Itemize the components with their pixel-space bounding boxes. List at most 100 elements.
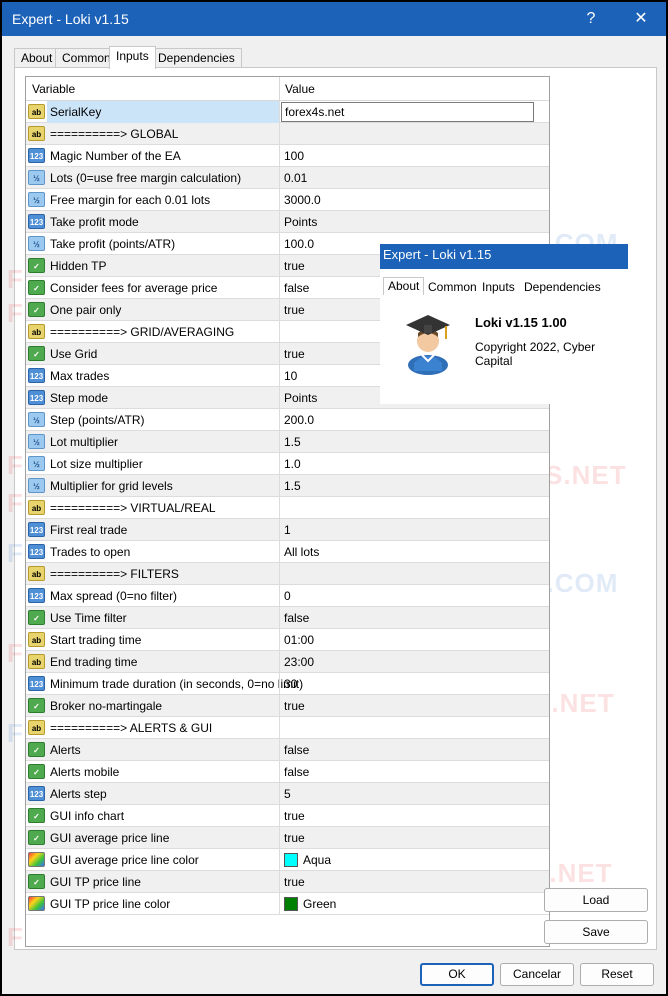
table-row[interactable]: ✓ Alerts false <box>26 739 549 761</box>
variable-name: First real trade <box>50 523 128 537</box>
variable-name: Take profit mode <box>50 215 139 229</box>
variable-value[interactable]: 3000.0 <box>284 193 321 207</box>
table-row[interactable]: 123 Take profit mode Points <box>26 211 549 233</box>
table-row[interactable]: ½ Multiplier for grid levels 1.5 <box>26 475 549 497</box>
cell-divider <box>279 717 280 739</box>
color-swatch[interactable] <box>284 853 298 867</box>
variable-value[interactable]: 0 <box>284 589 291 603</box>
boolean-type-icon: ✓ <box>28 830 45 845</box>
table-row[interactable]: ab ==========> GLOBAL <box>26 123 549 145</box>
boolean-type-icon: ✓ <box>28 742 45 757</box>
title-bar[interactable]: Expert - Loki v1.15 ? ✕ <box>2 2 666 36</box>
column-divider[interactable] <box>279 77 280 101</box>
table-row[interactable]: GUI average price line color Aqua <box>26 849 549 871</box>
color-swatch[interactable] <box>284 897 298 911</box>
variable-name: One pair only <box>50 303 122 317</box>
variable-value[interactable]: false <box>284 281 309 295</box>
variable-value[interactable]: true <box>284 303 305 317</box>
variable-value[interactable]: true <box>284 809 305 823</box>
variable-value[interactable]: Aqua <box>303 853 331 867</box>
table-row[interactable]: 123 Alerts step 5 <box>26 783 549 805</box>
variable-value[interactable]: 10 <box>284 369 297 383</box>
variable-name: Broker no-martingale <box>50 699 163 713</box>
table-row[interactable]: ½ Free margin for each 0.01 lots 3000.0 <box>26 189 549 211</box>
load-button[interactable]: Load <box>544 888 648 912</box>
boolean-type-icon: ✓ <box>28 610 45 625</box>
table-row[interactable]: ✓ GUI average price line true <box>26 827 549 849</box>
variable-value[interactable]: false <box>284 743 309 757</box>
inputs-grid[interactable]: Variable Value ab SerialKey ab ==========> … <box>25 76 550 947</box>
variable-value[interactable]: 1.5 <box>284 479 301 493</box>
variable-value[interactable]: 5 <box>284 787 291 801</box>
variable-value[interactable]: All lots <box>284 545 319 559</box>
variable-value[interactable]: false <box>284 765 309 779</box>
variable-value[interactable]: true <box>284 875 305 889</box>
save-button[interactable]: Save <box>544 920 648 944</box>
table-row[interactable]: ½ Lot multiplier 1.5 <box>26 431 549 453</box>
table-row[interactable]: ✓ Use Time filter false <box>26 607 549 629</box>
table-row[interactable]: ab ==========> FILTERS <box>26 563 549 585</box>
variable-value[interactable]: 100 <box>284 149 304 163</box>
about-popup: Expert - Loki v1.15 About Common Inputs … <box>380 244 628 404</box>
tab-dependencies[interactable]: Dependencies <box>151 48 242 68</box>
variable-value[interactable]: true <box>284 831 305 845</box>
variable-value[interactable]: true <box>284 259 305 273</box>
cell-divider <box>279 277 280 299</box>
integer-type-icon: 123 <box>28 214 45 229</box>
variable-value[interactable]: true <box>284 347 305 361</box>
table-row[interactable]: 123 Trades to open All lots <box>26 541 549 563</box>
variable-value[interactable]: 200.0 <box>284 413 314 427</box>
cell-divider <box>279 651 280 673</box>
table-row[interactable]: GUI TP price line color Green <box>26 893 549 915</box>
variable-value[interactable]: 1.0 <box>284 457 301 471</box>
table-row[interactable]: 123 Magic Number of the EA 100 <box>26 145 549 167</box>
table-row[interactable]: ✓ Alerts mobile false <box>26 761 549 783</box>
table-row[interactable]: ab Start trading time 01:00 <box>26 629 549 651</box>
variable-value[interactable]: 30 <box>284 677 297 691</box>
integer-type-icon: 123 <box>28 390 45 405</box>
cell-divider <box>279 827 280 849</box>
close-icon[interactable]: ✕ <box>628 6 654 32</box>
reset-button[interactable]: Reset <box>580 963 654 986</box>
cell-divider <box>279 739 280 761</box>
table-row[interactable]: ✓ GUI TP price line true <box>26 871 549 893</box>
variable-value[interactable]: 0.01 <box>284 171 307 185</box>
serial-key-input[interactable] <box>281 102 534 122</box>
table-row[interactable]: 123 Minimum trade duration (in seconds, 0… <box>26 673 549 695</box>
table-row[interactable]: 123 Max spread (0=no filter) 0 <box>26 585 549 607</box>
tab-inputs[interactable]: Inputs <box>109 46 156 69</box>
table-row[interactable]: ab ==========> VIRTUAL/REAL <box>26 497 549 519</box>
table-row[interactable]: ½ Lots (0=use free margin calculation) 0.0… <box>26 167 549 189</box>
table-row[interactable]: ½ Step (points/ATR) 200.0 <box>26 409 549 431</box>
variable-value[interactable]: Points <box>284 391 317 405</box>
tab-about[interactable]: About <box>14 48 60 68</box>
table-row[interactable]: ab End trading time 23:00 <box>26 651 549 673</box>
table-row[interactable]: ab ==========> ALERTS & GUI <box>26 717 549 739</box>
help-icon[interactable]: ? <box>578 6 604 32</box>
ok-button[interactable]: OK <box>420 963 494 986</box>
table-row[interactable]: ½ Lot size multiplier 1.0 <box>26 453 549 475</box>
table-row[interactable]: 123 First real trade 1 <box>26 519 549 541</box>
about-tab-inputs[interactable]: Inputs <box>482 280 515 294</box>
variable-value[interactable]: 100.0 <box>284 237 314 251</box>
integer-type-icon: 123 <box>28 786 45 801</box>
string-type-icon: ab <box>28 720 45 735</box>
variable-value[interactable]: Points <box>284 215 317 229</box>
variable-value[interactable]: Green <box>303 897 336 911</box>
column-header-variable[interactable]: Variable <box>32 82 75 96</box>
cancel-button[interactable]: Cancelar <box>500 963 574 986</box>
about-tab-common[interactable]: Common <box>428 280 477 294</box>
about-tab-about[interactable]: About <box>383 277 425 295</box>
variable-value[interactable]: 23:00 <box>284 655 314 669</box>
table-row[interactable]: ✓ Broker no-martingale true <box>26 695 549 717</box>
table-row[interactable]: ✓ GUI info chart true <box>26 805 549 827</box>
variable-value[interactable]: 1.5 <box>284 435 301 449</box>
variable-value[interactable]: 01:00 <box>284 633 314 647</box>
about-tab-dependencies[interactable]: Dependencies <box>524 280 601 294</box>
variable-value[interactable]: false <box>284 611 309 625</box>
variable-name: ==========> GLOBAL <box>50 127 179 141</box>
table-row[interactable]: ab SerialKey <box>26 101 549 123</box>
variable-value[interactable]: 1 <box>284 523 291 537</box>
column-header-value[interactable]: Value <box>285 82 315 96</box>
variable-value[interactable]: true <box>284 699 305 713</box>
